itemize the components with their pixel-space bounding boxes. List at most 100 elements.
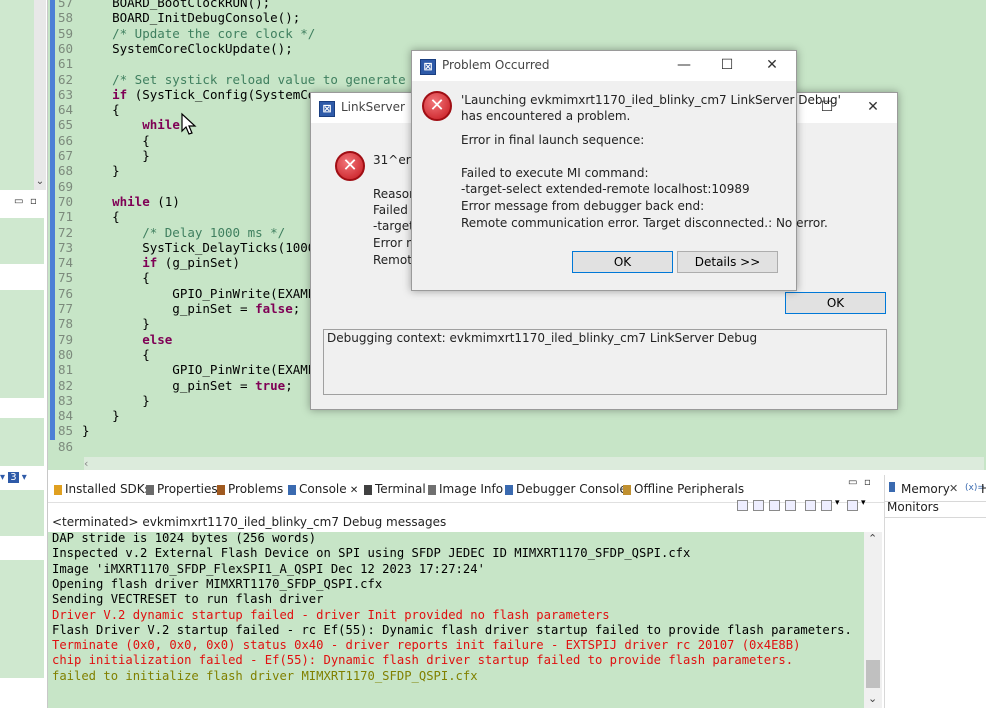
- line-number: 60: [58, 40, 74, 56]
- console-output[interactable]: DAP stride is 1024 bytes (256 words) Insp…: [48, 531, 882, 708]
- tab-label: Terminal: [375, 482, 426, 496]
- code-line[interactable]: }: [82, 148, 150, 163]
- chevron-up-icon[interactable]: ⌃: [868, 532, 877, 545]
- console-vertical-scrollbar[interactable]: ⌃ ⌄: [864, 532, 882, 708]
- pin-console-icon[interactable]: [805, 500, 816, 511]
- line-number: 85: [58, 423, 74, 439]
- code-line[interactable]: GPIO_PinWrite(EXAMP: [82, 286, 315, 301]
- chevron-left-icon[interactable]: ‹: [84, 457, 88, 470]
- code-line[interactable]: /* Set systick reload value to generate …: [82, 72, 421, 87]
- line-number: 80: [58, 346, 74, 362]
- minimize-icon[interactable]: —: [674, 56, 694, 74]
- tab-terminal[interactable]: Terminal: [364, 482, 426, 496]
- console-line: Image 'iMXRT1170_SFDP_FlexSPI1_A_QSPI De…: [52, 561, 485, 576]
- code-line[interactable]: {: [82, 270, 150, 285]
- maximize-icon[interactable]: ▫: [864, 477, 871, 488]
- chevron-down-icon[interactable]: ⌄: [868, 692, 877, 705]
- minimize-icon[interactable]: ▭: [14, 196, 23, 207]
- close-icon[interactable]: ✕: [863, 98, 883, 116]
- details-button[interactable]: Details >>: [677, 251, 778, 273]
- console-description: <terminated> evkmimxrt1170_iled_blinky_c…: [52, 515, 447, 529]
- code-line[interactable]: }: [82, 316, 150, 331]
- tab-label: Problems: [228, 482, 284, 496]
- minimize-icon[interactable]: ▭: [848, 477, 857, 488]
- linkserver-text: Failed t: [373, 203, 417, 217]
- code-line[interactable]: else: [82, 332, 172, 347]
- code-line[interactable]: BOARD_BootClockRUN();: [82, 0, 270, 10]
- line-number: 75: [58, 270, 74, 286]
- code-line[interactable]: {: [82, 347, 150, 362]
- code-line[interactable]: BOARD_InitDebugConsole();: [82, 10, 300, 25]
- editor-horizontal-scrollbar[interactable]: ‹: [84, 457, 984, 470]
- toolbar-dropdown-icon[interactable]: ▾ 3 ▾: [0, 472, 27, 483]
- code-line[interactable]: if (SysTick_Config(SystemCo: [82, 87, 315, 102]
- tab-installed-sdks[interactable]: Installed SDKs: [54, 482, 151, 496]
- code-line[interactable]: }: [82, 393, 150, 408]
- code-line[interactable]: while: [82, 117, 180, 132]
- console-line: Driver V.2 dynamic startup failed - driv…: [52, 607, 610, 622]
- left-side-panel: ⌄ ▭ ▫ ▾ 3 ▾: [0, 0, 48, 708]
- tab-image-info[interactable]: Image Info: [428, 482, 503, 496]
- tab-console[interactable]: Console ✕: [288, 482, 358, 496]
- code-line[interactable]: SystemCoreClockUpdate();: [82, 41, 293, 56]
- scroll-lock-icon[interactable]: [753, 500, 764, 511]
- tab-problems[interactable]: Problems: [217, 482, 283, 496]
- code-line[interactable]: /* Delay 1000 ms */: [82, 225, 285, 240]
- console-line: Sending VECTRESET to run flash driver: [52, 592, 324, 607]
- code-line[interactable]: g_pinSet = true;: [82, 378, 292, 393]
- problem-ok-button[interactable]: OK: [572, 251, 673, 273]
- tab-offline-peripherals[interactable]: Offline Peripherals: [623, 482, 744, 496]
- code-line[interactable]: /* Update the core clock */: [82, 26, 315, 41]
- code-line[interactable]: if (g_pinSet): [82, 255, 240, 270]
- line-number: 86: [58, 438, 74, 454]
- line-number: 62: [58, 71, 74, 87]
- tab-properties[interactable]: Properties: [146, 482, 218, 496]
- problem-titlebar: ⊠ Problem Occurred — ☐ ✕: [412, 51, 796, 81]
- code-line[interactable]: {: [82, 209, 120, 224]
- display-console-icon[interactable]: [821, 500, 832, 511]
- code-line[interactable]: GPIO_PinWrite(EXAMPI: [82, 362, 323, 377]
- error-icon: ✕: [335, 151, 365, 181]
- line-number: 77: [58, 301, 74, 316]
- chevron-down-icon[interactable]: ⌄: [34, 176, 46, 188]
- code-line[interactable]: }: [82, 408, 120, 423]
- left-panel-section: [0, 290, 44, 398]
- code-line[interactable]: {: [82, 102, 120, 117]
- problem-title: Problem Occurred: [442, 58, 550, 72]
- error-heading: Error in final launch sequence:: [461, 133, 645, 147]
- code-line[interactable]: }: [82, 423, 90, 438]
- chevron-down-icon[interactable]: ▾: [835, 498, 840, 508]
- close-icon[interactable]: ✕: [762, 56, 782, 74]
- word-wrap-icon[interactable]: [769, 500, 780, 511]
- tab-label: Offline Peripherals: [634, 482, 745, 496]
- maximize-icon[interactable]: ▫: [30, 196, 37, 207]
- left-panel-scrollbar[interactable]: [34, 0, 46, 190]
- maximize-icon[interactable]: ☐: [717, 56, 737, 74]
- line-number: 64: [58, 102, 74, 118]
- code-line[interactable]: }: [82, 163, 120, 178]
- code-line[interactable]: {: [82, 133, 150, 148]
- error-detail: Failed to execute MI command:: [461, 166, 649, 180]
- debug-context-text: Debugging context: evkmimxrt1170_iled_bl…: [327, 331, 758, 345]
- open-console-icon[interactable]: [847, 500, 858, 511]
- line-number: 65: [58, 117, 74, 133]
- code-line[interactable]: SysTick_DelayTicks(1000: [82, 240, 315, 255]
- close-icon[interactable]: ✕: [949, 482, 958, 495]
- tab-memory[interactable]: Memory: [901, 482, 950, 496]
- close-icon[interactable]: ✕: [347, 485, 358, 496]
- clear-console-icon[interactable]: [737, 500, 748, 511]
- code-line[interactable]: g_pinSet = false;: [82, 301, 300, 316]
- tab-debugger-console[interactable]: Debugger Console: [505, 482, 627, 496]
- scrollbar-thumb[interactable]: [866, 660, 880, 688]
- chevron-down-icon[interactable]: ▾: [861, 498, 866, 508]
- linkserver-ok-button[interactable]: OK: [785, 292, 886, 314]
- left-panel-section: [0, 490, 44, 536]
- line-number: 78: [58, 316, 74, 332]
- tab-h[interactable]: H: [981, 482, 986, 496]
- show-console-icon[interactable]: [785, 500, 796, 511]
- tab-icon: [505, 484, 513, 495]
- line-number: 84: [58, 408, 74, 424]
- code-line[interactable]: while (1): [82, 194, 180, 209]
- console-toolbar: ▾ ▾: [735, 498, 880, 516]
- debug-context-box: Debugging context: evkmimxrt1170_iled_bl…: [323, 329, 887, 395]
